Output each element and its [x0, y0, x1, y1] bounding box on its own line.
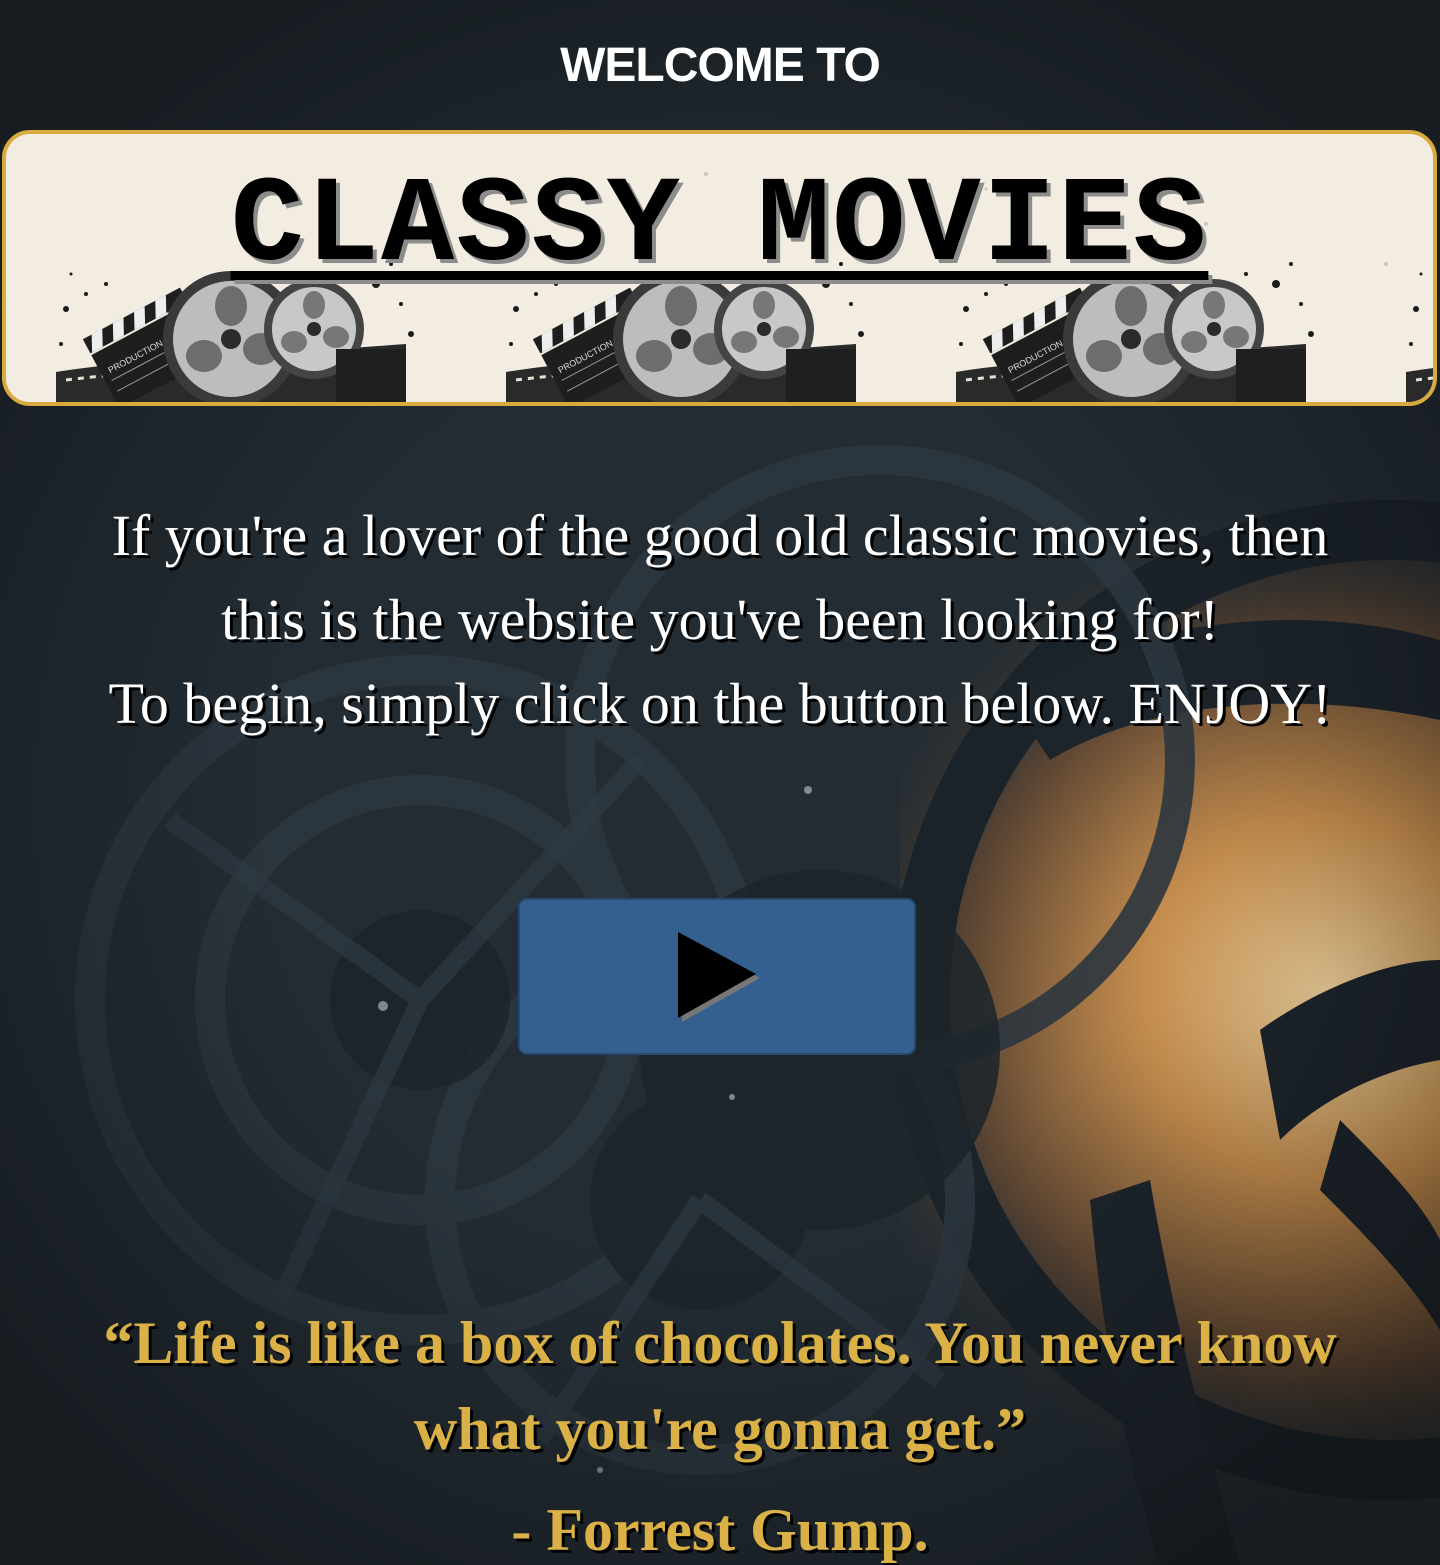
quote-text: “Life is like a box of chocolates. You n…	[103, 1310, 1337, 1462]
play-icon	[678, 932, 760, 1022]
intro-text: If you're a lover of the good old classi…	[0, 494, 1440, 746]
intro-line-3: To begin, simply click on the button bel…	[108, 671, 1332, 736]
play-button[interactable]	[518, 898, 916, 1055]
welcome-heading: WELCOME TO	[560, 39, 881, 92]
site-title-text: CLASSY MOVIES	[230, 157, 1209, 296]
movie-quote: “Life is like a box of chocolates. You n…	[0, 1300, 1440, 1565]
intro-line-2: this is the website you've been looking …	[221, 587, 1219, 652]
site-banner: PRODUCTION	[2, 130, 1437, 406]
intro-line-1: If you're a lover of the good old classi…	[111, 503, 1329, 568]
quote-author: - Forrest Gump.	[511, 1497, 929, 1563]
site-title: CLASSY MOVIES	[6, 162, 1433, 292]
